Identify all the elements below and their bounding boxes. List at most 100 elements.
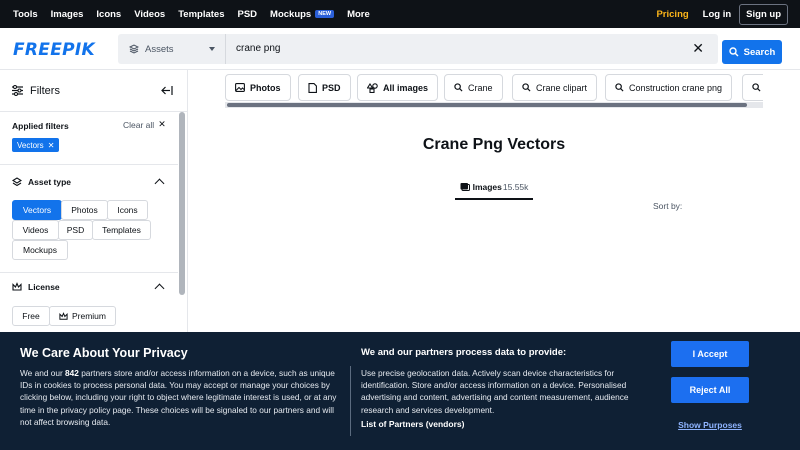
- reject-all-button[interactable]: Reject All: [671, 377, 749, 403]
- sidebar-scrollbar[interactable]: [179, 112, 185, 332]
- asset-type-select-value: Assets: [145, 43, 174, 55]
- account-links: Pricing Log in Sign up: [656, 0, 788, 28]
- filters-title: Filters: [30, 85, 60, 97]
- shapes-icon: [367, 82, 378, 93]
- asset-type-icons[interactable]: Icons: [107, 200, 148, 220]
- chip-crane[interactable]: Crane: [444, 74, 503, 101]
- partner-count: 842: [65, 368, 79, 378]
- search-button-label: Search: [743, 46, 776, 58]
- license-section-header[interactable]: License: [12, 282, 60, 292]
- search-icon: [522, 83, 531, 92]
- filters-header: Filters: [0, 70, 187, 112]
- tab-images-label: Images: [472, 182, 502, 192]
- images-icon: [460, 183, 470, 191]
- license-free[interactable]: Free: [12, 306, 50, 326]
- top-navigation-bar: Tools Images Icons Videos Templates PSD …: [0, 0, 800, 28]
- clear-all-button[interactable]: Clear all ✕: [123, 119, 166, 130]
- chevron-up-icon[interactable]: [154, 178, 165, 189]
- chevron-up-icon[interactable]: [154, 283, 165, 294]
- list-of-partners-link[interactable]: List of Partners (vendors): [361, 419, 464, 429]
- chip-crane-label: Crane: [468, 82, 493, 93]
- consent-title: We Care About Your Privacy: [20, 346, 188, 360]
- nav-videos[interactable]: Videos: [134, 9, 165, 20]
- asset-type-vectors[interactable]: Vectors: [12, 200, 62, 220]
- pricing-link[interactable]: Pricing: [656, 9, 688, 20]
- consent-text-a: We and our: [20, 368, 66, 378]
- chip-all-images[interactable]: All images: [357, 74, 439, 101]
- asset-type-templates[interactable]: Templates: [92, 220, 151, 240]
- nav-mockups[interactable]: Mockups NEW: [270, 8, 335, 20]
- signup-button[interactable]: Sign up: [739, 3, 788, 25]
- asset-type-photos[interactable]: Photos: [61, 200, 108, 220]
- chip-all-images-label: All images: [383, 82, 429, 93]
- search-button[interactable]: Search: [722, 40, 782, 64]
- chip-construction-crane-png[interactable]: Construction crane png: [605, 74, 733, 101]
- license-title: License: [28, 282, 60, 292]
- search-header: FREEPIK Assets crane png ✕ Search: [0, 28, 800, 70]
- clear-search-icon[interactable]: ✕: [692, 41, 704, 55]
- top-nav-links: Tools Images Icons Videos Templates PSD …: [13, 0, 383, 28]
- chip-crane-clipart[interactable]: Crane clipart: [512, 74, 598, 101]
- asset-type-videos[interactable]: Videos: [12, 220, 59, 240]
- divider: [350, 366, 351, 436]
- nav-templates[interactable]: Templates: [178, 9, 224, 20]
- license-premium[interactable]: Premium: [49, 306, 116, 326]
- image-icon: [235, 83, 245, 92]
- nav-mockups-label: Mockups: [270, 8, 312, 20]
- applied-filter-label: Vectors: [17, 140, 44, 150]
- filter-sliders-icon: [12, 85, 23, 96]
- nav-icons[interactable]: Icons: [96, 9, 121, 20]
- tab-images-count: 15.55k: [502, 182, 529, 192]
- nav-more[interactable]: More: [347, 9, 370, 20]
- divider: [0, 272, 178, 273]
- tab-images[interactable]: Images 15.55k: [455, 182, 533, 200]
- asset-type-icon: [12, 177, 22, 187]
- chip-partial[interactable]: C: [742, 74, 763, 101]
- nav-images[interactable]: Images: [51, 9, 84, 20]
- chips-scrollbar[interactable]: [225, 102, 763, 108]
- asset-type-title: Asset type: [28, 177, 71, 187]
- asset-type-section-header[interactable]: Asset type: [12, 177, 71, 187]
- chip-construction-crane-png-label: Construction crane png: [629, 82, 723, 93]
- search-icon: [752, 83, 761, 92]
- crown-icon: [59, 311, 68, 320]
- search-bar: Assets crane png ✕: [118, 34, 718, 64]
- license-premium-label: Premium: [71, 311, 106, 321]
- new-badge: NEW: [315, 10, 335, 18]
- chip-psd-label: PSD: [322, 82, 341, 93]
- search-input[interactable]: crane png: [236, 43, 280, 54]
- freepik-logo[interactable]: FREEPIK: [13, 40, 95, 60]
- crown-icon: [12, 282, 22, 291]
- nav-tools[interactable]: Tools: [13, 9, 38, 20]
- consent-description: We and our 842 partners store and/or acc…: [20, 367, 344, 428]
- nav-psd[interactable]: PSD: [237, 9, 257, 20]
- chip-crane-clipart-label: Crane clipart: [536, 82, 588, 93]
- file-icon: [308, 82, 317, 93]
- asset-type-mockups[interactable]: Mockups: [12, 240, 68, 260]
- chip-photos-label: Photos: [250, 82, 281, 93]
- applied-filter-chip[interactable]: Vectors ✕: [12, 138, 60, 152]
- asset-type-select[interactable]: Assets: [118, 34, 226, 64]
- accept-button[interactable]: I Accept: [671, 341, 749, 367]
- clear-all-label: Clear all: [123, 119, 155, 130]
- asset-type-psd[interactable]: PSD: [58, 220, 93, 240]
- divider: [0, 164, 178, 165]
- login-link[interactable]: Log in: [703, 9, 732, 20]
- filters-sidebar: Filters Applied filters Clear all ✕ Vect…: [0, 70, 188, 332]
- chevron-down-icon: [209, 47, 215, 51]
- chip-photos[interactable]: Photos: [225, 74, 291, 101]
- close-icon: ✕: [158, 119, 166, 129]
- remove-filter-icon: ✕: [47, 140, 55, 150]
- related-searches-row: Photos PSD All images Crane Crane clipar…: [225, 74, 763, 102]
- show-purposes-link[interactable]: Show Purposes: [671, 420, 749, 430]
- search-icon: [615, 83, 624, 92]
- chip-psd[interactable]: PSD: [298, 74, 351, 101]
- purposes-title: We and our partners process data to prov…: [361, 347, 567, 358]
- sort-by-label[interactable]: Sort by:: [653, 201, 682, 211]
- purposes-description: Use precise geolocation data. Actively s…: [361, 368, 629, 415]
- search-icon: [454, 83, 463, 92]
- sidebar-scrollbar-thumb[interactable]: [179, 112, 185, 295]
- collapse-sidebar-icon[interactable]: [161, 85, 173, 96]
- chips-scrollbar-thumb[interactable]: [227, 103, 747, 107]
- assets-icon: [129, 44, 139, 54]
